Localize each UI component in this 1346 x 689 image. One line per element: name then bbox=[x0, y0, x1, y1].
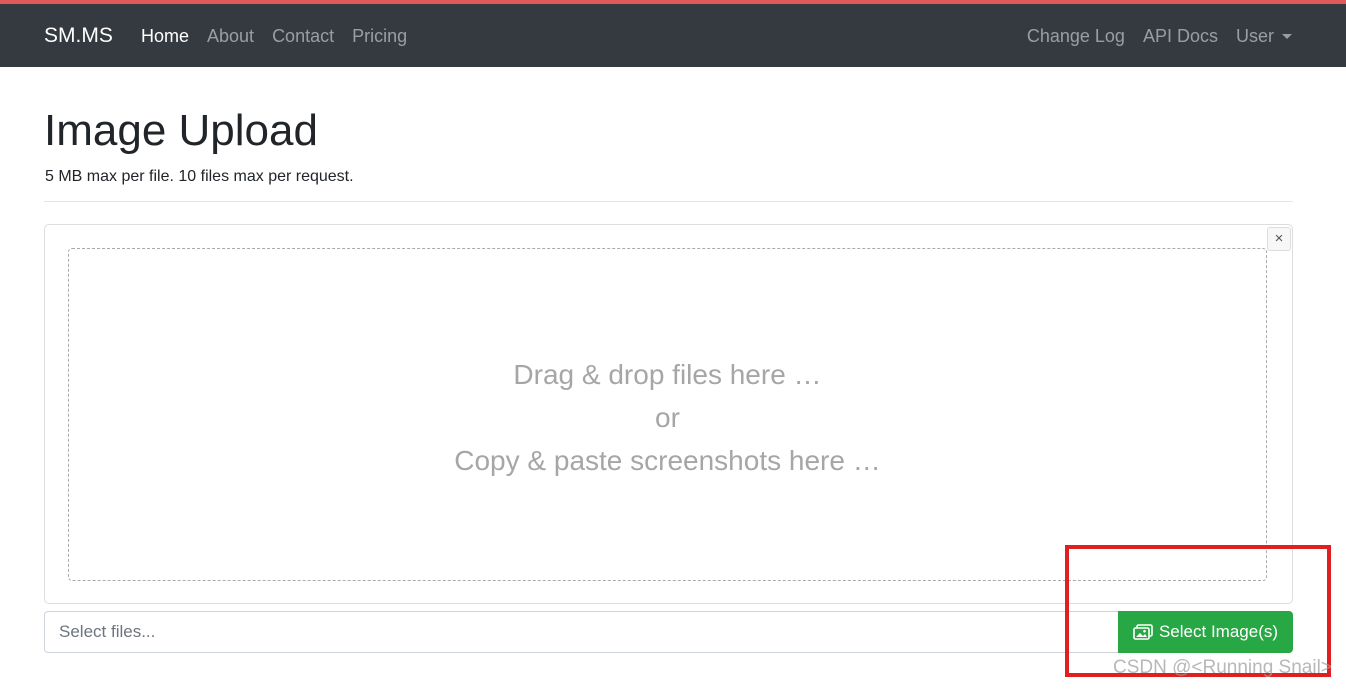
drop-line-drag: Drag & drop files here … bbox=[513, 359, 822, 390]
close-icon[interactable]: × bbox=[1267, 227, 1291, 251]
drop-zone[interactable]: Drag & drop files here … or Copy & paste… bbox=[68, 248, 1267, 581]
nav-change-log[interactable]: Change Log bbox=[1027, 26, 1125, 47]
page-subtitle: 5 MB max per file. 10 files max per requ… bbox=[45, 168, 354, 185]
nav-user-dropdown[interactable]: User bbox=[1236, 26, 1292, 47]
navbar: SM.MS Home About Contact Pricing Change … bbox=[0, 4, 1346, 67]
nav-pricing[interactable]: Pricing bbox=[352, 26, 407, 47]
nav-left-links: Home About Contact Pricing bbox=[141, 26, 425, 47]
nav-about[interactable]: About bbox=[207, 26, 254, 47]
nav-api-docs[interactable]: API Docs bbox=[1143, 26, 1218, 47]
watermark-text: CSDN @<Running Snail> bbox=[1113, 657, 1332, 678]
file-path-input[interactable]: Select files... bbox=[44, 611, 1120, 653]
nav-contact[interactable]: Contact bbox=[272, 26, 334, 47]
nav-home[interactable]: Home bbox=[141, 26, 189, 47]
divider bbox=[44, 201, 1293, 202]
brand-logo[interactable]: SM.MS bbox=[44, 24, 113, 48]
drop-line-paste: Copy & paste screenshots here … bbox=[454, 445, 881, 476]
nav-right-links: Change Log API Docs User bbox=[1027, 26, 1292, 47]
drop-instructions: Drag & drop files here … or Copy & paste… bbox=[69, 353, 1266, 482]
nav-user-label: User bbox=[1235, 26, 1274, 46]
caret-down-icon bbox=[1282, 34, 1292, 39]
drop-line-or: or bbox=[655, 402, 680, 433]
page-title: Image Upload bbox=[44, 106, 318, 155]
